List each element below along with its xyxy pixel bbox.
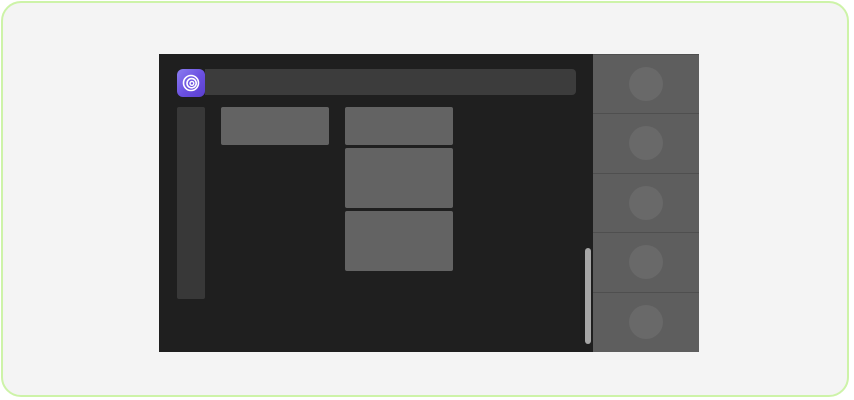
spiral-logo-icon[interactable] bbox=[177, 69, 205, 97]
content-placeholder-tile[interactable] bbox=[345, 148, 453, 208]
content-placeholder-tile[interactable] bbox=[221, 107, 329, 145]
sidebar-rail[interactable] bbox=[177, 107, 205, 299]
scrollbar-thumb[interactable] bbox=[585, 248, 591, 344]
panel-slot[interactable] bbox=[593, 113, 699, 172]
app-window bbox=[159, 54, 699, 352]
panel-slot[interactable] bbox=[593, 292, 699, 351]
content-placeholder-tile[interactable] bbox=[345, 211, 453, 271]
avatar-placeholder-icon bbox=[629, 67, 663, 101]
avatar-placeholder-icon bbox=[629, 305, 663, 339]
panel-slot[interactable] bbox=[593, 173, 699, 232]
spiral-logo-graphic bbox=[182, 74, 200, 92]
address-bar[interactable] bbox=[205, 69, 576, 95]
avatar-placeholder-icon bbox=[629, 186, 663, 220]
panel-slot[interactable] bbox=[593, 54, 699, 113]
content-placeholder-tile[interactable] bbox=[345, 107, 453, 145]
right-panel bbox=[593, 54, 699, 352]
avatar-placeholder-icon bbox=[629, 245, 663, 279]
panel-slot[interactable] bbox=[593, 232, 699, 291]
avatar-placeholder-icon bbox=[629, 126, 663, 160]
screenshot-frame bbox=[1, 1, 849, 397]
